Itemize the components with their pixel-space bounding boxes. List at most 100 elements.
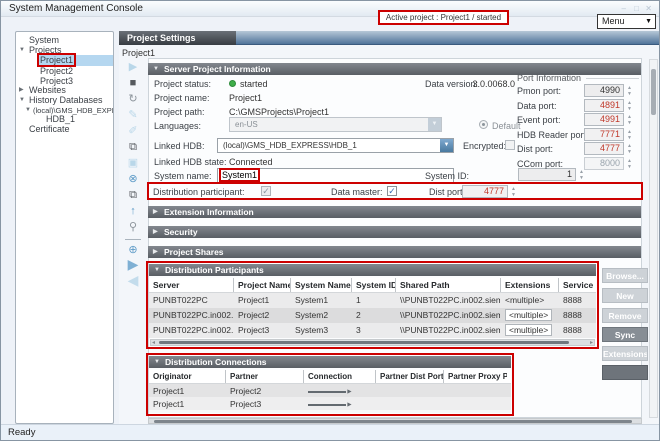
start-project-icon[interactable]: ▶ (122, 61, 144, 74)
cell-service-port: 8888 (558, 293, 596, 308)
dist-port-row-spinner[interactable]: 4777 (462, 185, 508, 198)
section-extension-information[interactable]: ▶ Extension Information (148, 206, 641, 218)
data-version-value: 3.0.0068.0 (471, 79, 515, 89)
table-row[interactable]: PUNBT022PC.in002.sieme Project3 System3 … (149, 323, 596, 338)
minimize-icon[interactable]: – (622, 4, 627, 13)
system-id-spinner[interactable]: 1 (518, 168, 576, 181)
spinner-arrows-icon[interactable]: ▲▼ (625, 129, 634, 141)
table-row[interactable]: Project1 Project2 ► (149, 384, 511, 397)
panel-hscroll-thumb[interactable] (154, 420, 632, 423)
section-security[interactable]: ▶ Security (148, 226, 641, 238)
save-project-icon[interactable]: ▣ (122, 157, 144, 170)
col-project-name[interactable]: Project Name (233, 278, 290, 292)
extensions-combo[interactable]: <multiple> (505, 324, 552, 336)
menu-dropdown[interactable]: Menu ▼ (597, 14, 656, 29)
participants-hscrollbar[interactable]: ◂ ▸ (150, 339, 595, 346)
new-button[interactable]: New (602, 288, 648, 303)
default-language-radio[interactable] (479, 120, 488, 129)
status-green-icon (229, 80, 236, 87)
cell-originator: Project1 (149, 397, 225, 410)
linked-hdb-state-value: Connected (229, 157, 273, 167)
col-server[interactable]: Server (149, 278, 233, 292)
expander-projects-icon[interactable]: ▼ (19, 45, 25, 56)
cell-system-id: 2 (351, 308, 395, 323)
pin-icon[interactable]: ⚲ (122, 221, 144, 234)
spinner-arrows-icon[interactable]: ▲▼ (577, 169, 586, 181)
extensions-button[interactable]: Extensions (602, 346, 648, 361)
table-row[interactable]: PUNBT022PC Project1 System1 1 \\PUNBT022… (149, 293, 596, 308)
edit-project-icon[interactable]: ✎ (122, 109, 144, 122)
tree-item-certificate[interactable]: Certificate (29, 124, 70, 135)
sync-button[interactable]: Sync (602, 327, 648, 342)
linked-hdb-label: Linked HDB: (154, 141, 205, 151)
scroll-right-icon[interactable]: ▸ (590, 340, 593, 346)
pmon-port-spinner[interactable]: 4990 (584, 84, 624, 97)
tab-project-settings[interactable]: Project Settings (119, 31, 236, 45)
ccom-port-spinner[interactable]: 8000 (584, 157, 624, 170)
cell-system: System1 (290, 293, 351, 308)
system-name-input[interactable]: System1 (217, 168, 454, 183)
project-status-label: Project status: (154, 79, 211, 89)
languages-label: Languages: (154, 121, 201, 131)
section-distribution-connections[interactable]: ▼ Distribution Connections (149, 356, 511, 368)
cancel-icon[interactable]: ⊗ (122, 173, 144, 186)
encrypted-checkbox[interactable]: ✓ (505, 140, 515, 150)
activate-icon[interactable]: ▶ (122, 258, 144, 271)
panel-vscrollbar[interactable] (649, 59, 658, 418)
deactivate-icon[interactable]: ◀ (122, 274, 144, 287)
dist-port-row-label: Dist port: (429, 187, 465, 197)
extra-button[interactable] (602, 365, 648, 380)
table-row[interactable]: PUNBT022PC.in002.sieme Project2 System2 … (149, 308, 596, 323)
upgrade-project-icon[interactable]: ↑ (122, 205, 144, 218)
spinner-arrows-icon[interactable]: ▲▼ (509, 186, 518, 198)
col-system-id[interactable]: System ID (351, 278, 395, 292)
panel-vscroll-thumb[interactable] (651, 69, 656, 115)
language-dropdown[interactable]: en-US ▼ (229, 117, 442, 132)
table-row[interactable]: Project1 Project3 ► (149, 397, 511, 410)
remove-button[interactable]: Remove (602, 308, 648, 323)
distribution-participant-checkbox[interactable]: ✓ (261, 186, 271, 196)
event-port-spinner[interactable]: 4991 (584, 113, 624, 126)
spinner-arrows-icon[interactable]: ▲▼ (625, 143, 634, 155)
dist-port-spinner[interactable]: 4777 (584, 142, 624, 155)
spinner-arrows-icon[interactable]: ▲▼ (625, 114, 634, 126)
col-extensions[interactable]: Extensions (500, 278, 558, 292)
language-value: en-US (235, 120, 258, 129)
section-collapse-icon: ▼ (153, 63, 159, 75)
linked-hdb-state-label: Linked HDB state: (154, 157, 227, 167)
scroll-left-icon[interactable]: ◂ (152, 340, 155, 346)
spinner-arrows-icon[interactable]: ▲▼ (625, 100, 634, 112)
link-hdb-icon[interactable]: ⧉ (122, 141, 144, 154)
col-connection[interactable]: Connection (303, 370, 375, 383)
section-project-shares[interactable]: ▶ Project Shares (148, 246, 641, 258)
cell-server: PUNBT022PC.in002.sieme (149, 323, 233, 338)
data-master-label: Data master: (331, 187, 383, 197)
col-partner-proxy-port[interactable]: Partner Proxy Port (443, 370, 507, 383)
cell-partner: Project3 (225, 397, 303, 410)
hdb-reader-port-spinner[interactable]: 7771 (584, 128, 624, 141)
expander-hdbserver-icon[interactable]: ▼ (25, 105, 31, 116)
col-service-port[interactable]: Service Po (558, 278, 596, 292)
chevron-down-icon: ▼ (440, 139, 453, 152)
spinner-arrows-icon[interactable]: ▲▼ (625, 85, 634, 97)
col-system-name[interactable]: System Name (290, 278, 351, 292)
participants-hscroll-thumb[interactable] (159, 341, 569, 344)
data-port-spinner[interactable]: 4891 (584, 99, 624, 112)
close-icon[interactable]: ✕ (645, 4, 653, 13)
tree-item-project1[interactable]: Project1 (37, 55, 113, 66)
maximize-icon[interactable]: □ (634, 4, 640, 13)
col-partner-dist-port[interactable]: Partner Dist Port (375, 370, 443, 383)
browse-button[interactable]: Browse... (602, 268, 648, 283)
unlink-hdb-icon[interactable]: ⧉ (122, 189, 144, 202)
spinner-arrows-icon[interactable]: ▲▼ (625, 158, 634, 170)
rename-project-icon[interactable]: ✐ (122, 125, 144, 138)
linked-hdb-dropdown[interactable]: (local)\GMS_HDB_EXPRESS\HDB_1 ▼ (217, 138, 454, 153)
col-shared-path[interactable]: Shared Path (395, 278, 500, 292)
data-master-checkbox[interactable]: ✓ (387, 186, 397, 196)
col-originator[interactable]: Originator (149, 370, 225, 383)
extensions-combo[interactable]: <multiple> (505, 309, 552, 321)
col-partner[interactable]: Partner (225, 370, 303, 383)
restart-project-icon[interactable]: ↻ (122, 93, 144, 106)
section-distribution-participants[interactable]: ▼ Distribution Participants (149, 264, 596, 276)
stop-project-icon[interactable]: ■ (122, 77, 144, 90)
